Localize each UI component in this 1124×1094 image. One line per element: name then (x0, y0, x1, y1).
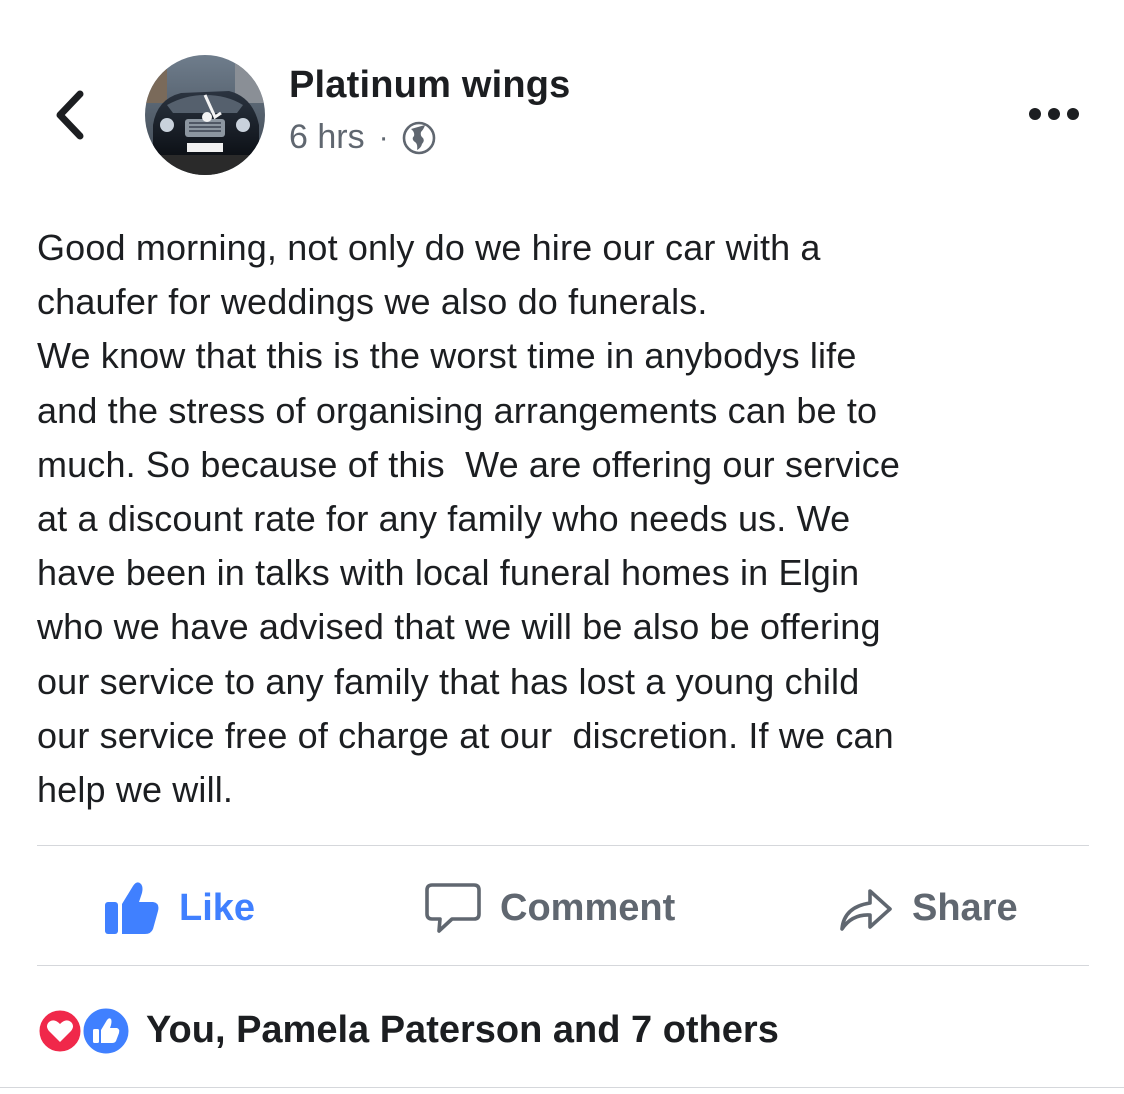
comment-button[interactable]: Comment (424, 870, 675, 946)
back-button[interactable] (48, 88, 92, 142)
share-label: Share (912, 886, 1018, 929)
comment-icon (425, 883, 481, 933)
thumbs-up-icon (105, 882, 159, 934)
page-avatar[interactable] (145, 55, 265, 175)
post-time[interactable]: 6 hrs (289, 118, 365, 157)
like-button[interactable]: Like (103, 870, 255, 946)
divider-bottom (37, 965, 1089, 966)
globe-icon[interactable] (401, 120, 437, 156)
more-options-button[interactable] (1026, 96, 1082, 132)
page-name[interactable]: Platinum wings (289, 64, 571, 107)
divider-top (37, 845, 1089, 846)
like-label: Like (179, 886, 256, 929)
thumbs-up-icon (80, 1005, 132, 1057)
post-meta: 6 hrs · (289, 118, 437, 157)
heart-icon (36, 1007, 84, 1055)
reaction-icons (36, 1005, 134, 1057)
reactions-summary-text: You, Pamela Paterson and 7 others (146, 1008, 779, 1051)
post-body: Good morning, not only do we hire our ca… (37, 227, 901, 811)
share-button[interactable]: Share (838, 870, 1018, 946)
divider-footer (0, 1087, 1124, 1088)
avatar-car-photo (145, 55, 265, 175)
comment-label: Comment (500, 886, 676, 929)
reactions-summary[interactable]: You, Pamela Paterson and 7 others (36, 1002, 779, 1058)
chevron-left-icon (56, 90, 84, 140)
meta-separator: · (378, 120, 389, 154)
share-icon (840, 889, 892, 931)
more-options-icon (1029, 108, 1079, 120)
